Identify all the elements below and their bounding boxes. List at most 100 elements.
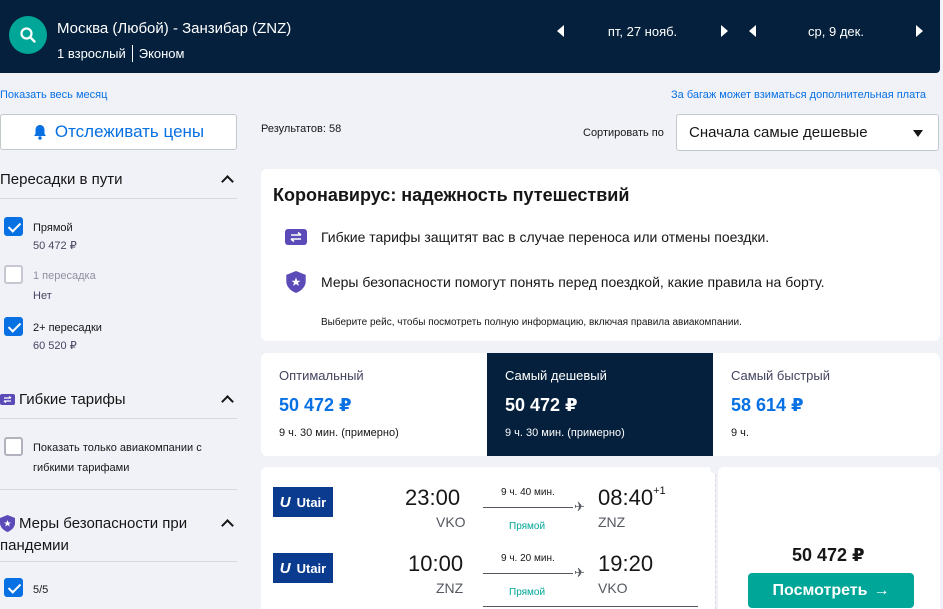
direct-price: 50 472 ₽ [33, 240, 77, 252]
return-date-group: ср, 9 дек. [749, 20, 923, 42]
safety-score-label: 5/5 [33, 584, 49, 596]
tab-fastest-price: 58 614 ₽ [731, 395, 804, 415]
two-plus-stops-checkbox[interactable] [4, 317, 23, 336]
next-depart-date-icon[interactable] [721, 25, 728, 37]
depart-date[interactable]: пт, 27 нояб. [564, 24, 721, 39]
sort-value: Сначала самые дешевые [689, 124, 868, 141]
airline-logo: U Utair [273, 553, 333, 583]
safety-title-line1: Меры безопасности при [19, 515, 188, 532]
plane-icon: ✈ [574, 499, 585, 514]
prev-return-date-icon[interactable] [749, 25, 756, 37]
covid-note: Выберите рейс, чтобы посмотреть полную и… [321, 317, 742, 328]
flight-price: 50 472 ₽ [792, 545, 865, 565]
one-stop-label: 1 пересадка [33, 270, 96, 282]
tab-fastest-name: Самый быстрый [731, 368, 830, 383]
flexible-fares-label: Гибкие тарифы [19, 391, 126, 408]
flexible-ticket-icon [285, 229, 307, 245]
tab-fastest[interactable]: Самый быстрый 58 614 ₽ 9 ч. [713, 353, 939, 456]
return-date[interactable]: ср, 9 дек. [756, 24, 916, 39]
arrow-right-icon: → [873, 581, 890, 599]
search-summary-header[interactable]: Москва (Любой) - Занзибар (ZNZ) 1 взросл… [0, 0, 940, 73]
departure-time: 23:00 [405, 485, 461, 510]
view-flight-button[interactable]: Посмотреть → [748, 573, 914, 608]
chevron-up-icon[interactable] [221, 395, 234, 408]
stops-info: Прямой [509, 521, 546, 532]
baggage-fee-link[interactable]: За багаж может взиматься дополнительная … [671, 89, 926, 101]
covid-title: Коронавирус: надежность путешествий [273, 185, 630, 205]
tab-best-duration: 9 ч. 30 мин. (примерно) [279, 427, 399, 439]
stops-filter-title: Пересадки в пути [0, 171, 123, 188]
airline-logo: U Utair [273, 487, 333, 517]
flexible-fares-title: Гибкие тарифы [0, 391, 126, 408]
departure-time: 10:00 [408, 551, 464, 576]
tab-best[interactable]: Оптимальный 50 472 ₽ 9 ч. 30 мин. (приме… [261, 353, 487, 456]
tab-cheapest-price: 50 472 ₽ [505, 395, 578, 415]
next-return-date-icon[interactable] [916, 25, 923, 37]
two-plus-stops-price: 60 520 ₽ [33, 340, 77, 352]
prev-depart-date-icon[interactable] [557, 25, 564, 37]
flexible-only-checkbox[interactable] [4, 437, 23, 456]
flight-line [483, 507, 573, 508]
utair-icon: U [279, 559, 291, 577]
search-icon[interactable] [9, 16, 47, 54]
arrival-airport: VKO [598, 580, 628, 596]
one-stop-price: Нет [33, 290, 52, 302]
flight-line [483, 573, 573, 574]
flexible-fares-info: Гибкие тарифы защитят вас в случае перен… [285, 229, 769, 245]
track-prices-button[interactable]: Отслеживать цены [0, 114, 237, 150]
divider [0, 198, 237, 199]
divider [0, 418, 237, 419]
flight-result-card[interactable]: U Utair 23:00 VKO 9 ч. 40 мин. ✈ Прямой … [261, 467, 715, 609]
flexible-fares-text: Гибкие тарифы защитят вас в случае перен… [321, 229, 770, 245]
track-prices-label: Отслеживать цены [54, 122, 205, 141]
flight-duration: 9 ч. 20 мин. [501, 553, 555, 564]
arrival-time: 19:20 [598, 551, 653, 577]
shield-icon [286, 271, 306, 293]
flexible-only-label-line1: Показать только авиакомпании с [33, 442, 202, 454]
passengers-count: 1 взрослый [57, 46, 126, 61]
tab-best-price: 50 472 ₽ [279, 395, 352, 415]
chevron-up-icon[interactable] [221, 175, 234, 188]
cabin-class: Эконом [138, 46, 185, 61]
arrival-airport: ZNZ [598, 514, 626, 530]
caret-down-icon [913, 130, 923, 137]
divider [483, 606, 698, 607]
two-plus-stops-label: 2+ пересадки [33, 322, 102, 334]
stops-info: Прямой [509, 587, 546, 598]
direct-checkbox[interactable] [4, 217, 23, 236]
view-flight-label: Посмотреть [772, 581, 868, 599]
airline-name: Utair [296, 560, 327, 576]
separator [131, 45, 133, 62]
depart-date-group: пт, 27 нояб. [557, 20, 728, 42]
next-day-marker: +1 [653, 485, 666, 497]
sort-tabs: Оптимальный 50 472 ₽ 9 ч. 30 мин. (приме… [261, 353, 940, 456]
tab-cheapest-duration: 9 ч. 30 мин. (примерно) [505, 427, 625, 439]
shield-icon [0, 515, 15, 532]
sort-dropdown[interactable]: Сначала самые дешевые [676, 114, 939, 151]
results-count: Результатов: 58 [261, 123, 342, 135]
covid-info-card: Коронавирус: надежность путешествий Гибк… [261, 169, 940, 341]
tab-cheapest[interactable]: Самый дешевый 50 472 ₽ 9 ч. 30 мин. (при… [487, 353, 713, 456]
safety-title-line2: пандемии [0, 537, 69, 554]
arrival-time-value: 08:40 [598, 485, 654, 510]
divider [0, 489, 237, 490]
chevron-up-icon[interactable] [221, 519, 234, 532]
route-title: Москва (Любой) - Занзибар (ZNZ) [57, 20, 292, 37]
safety-score-checkbox[interactable] [4, 578, 23, 597]
direct-label: Прямой [33, 222, 73, 234]
sort-label: Сортировать по [583, 127, 664, 139]
departure-airport: VKO [436, 514, 466, 530]
show-whole-month-link[interactable]: Показать весь месяц [0, 89, 107, 101]
tab-fastest-duration: 9 ч. [731, 427, 749, 439]
utair-icon: U [279, 493, 291, 511]
tab-cheapest-name: Самый дешевый [505, 368, 607, 383]
safety-measures-info: Меры безопасности помогут понять перед п… [285, 271, 825, 293]
ticket-divider [715, 474, 716, 609]
plane-icon: ✈ [574, 565, 585, 580]
divider [0, 561, 237, 562]
departure-airport: ZNZ [436, 580, 464, 596]
passenger-info: 1 взрослый Эконом [57, 45, 184, 62]
bell-icon [33, 125, 46, 140]
safety-measures-text: Меры безопасности помогут понять перед п… [321, 274, 825, 290]
one-stop-checkbox[interactable] [4, 265, 23, 284]
